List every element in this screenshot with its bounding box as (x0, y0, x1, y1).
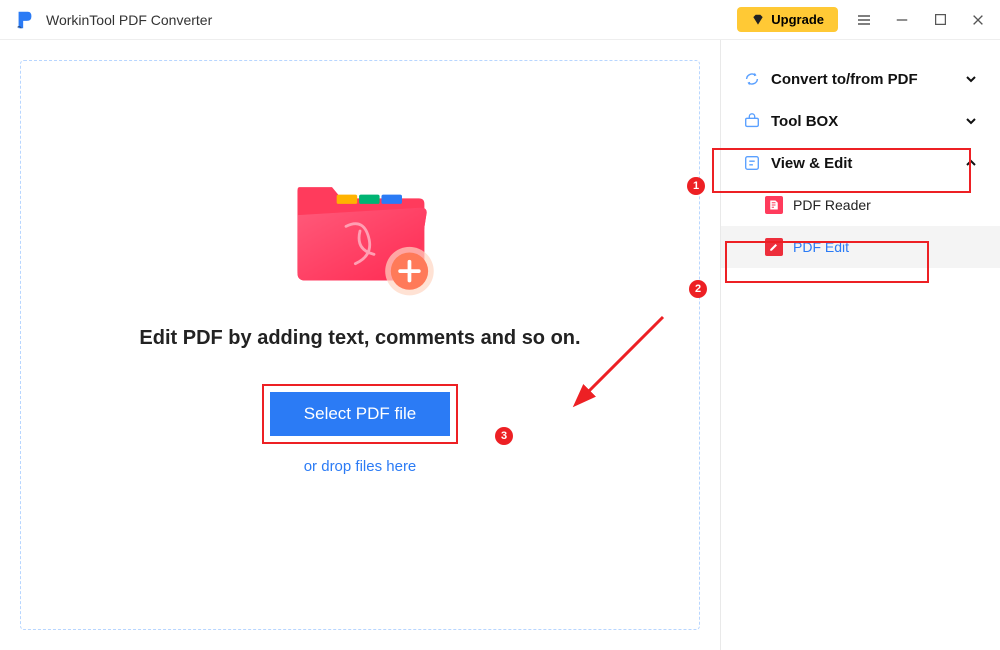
pdf-reader-icon (765, 196, 783, 214)
sidebar-section-label: View & Edit (771, 155, 964, 172)
sidebar-item-label: PDF Edit (793, 239, 849, 255)
upgrade-label: Upgrade (771, 12, 824, 27)
sidebar-section-convert[interactable]: Convert to/from PDF (721, 58, 1000, 100)
main-heading: Edit PDF by adding text, comments and so… (139, 327, 580, 350)
app-logo-icon (14, 9, 36, 31)
app-title: WorkinTool PDF Converter (46, 12, 737, 28)
upgrade-button[interactable]: Upgrade (737, 7, 838, 32)
dropzone[interactable]: Edit PDF by adding text, comments and so… (20, 60, 700, 630)
maximize-icon[interactable] (932, 12, 948, 28)
sidebar-section-label: Convert to/from PDF (771, 71, 964, 88)
reader-icon (743, 154, 761, 172)
sidebar-item-pdf-reader[interactable]: PDF Reader (721, 184, 1000, 226)
toolbox-icon (743, 112, 761, 130)
sidebar-item-pdf-edit[interactable]: PDF Edit (721, 226, 1000, 268)
folder-graphic-icon (280, 161, 440, 301)
window-controls (856, 12, 986, 28)
sidebar-section-view-edit[interactable]: View & Edit (721, 142, 1000, 184)
minimize-icon[interactable] (894, 12, 910, 28)
sidebar-section-toolbox[interactable]: Tool BOX (721, 100, 1000, 142)
content-area: Edit PDF by adding text, comments and so… (0, 40, 1000, 650)
chevron-down-icon (964, 72, 978, 86)
annotation-box-3: Select PDF file (262, 384, 458, 444)
hamburger-menu-icon[interactable] (856, 12, 872, 28)
drop-hint: or drop files here (304, 458, 417, 475)
diamond-icon (751, 13, 765, 27)
title-bar: WorkinTool PDF Converter Upgrade (0, 0, 1000, 40)
close-icon[interactable] (970, 12, 986, 28)
sidebar-item-label: PDF Reader (793, 197, 871, 213)
chevron-down-icon (964, 114, 978, 128)
sidebar: Convert to/from PDF Tool BOX View & Edit (720, 40, 1000, 650)
refresh-icon (743, 70, 761, 88)
select-pdf-button[interactable]: Select PDF file (270, 392, 450, 436)
main-area: Edit PDF by adding text, comments and so… (0, 40, 720, 650)
sidebar-section-label: Tool BOX (771, 113, 964, 130)
chevron-up-icon (964, 156, 978, 170)
pdf-edit-icon (765, 238, 783, 256)
